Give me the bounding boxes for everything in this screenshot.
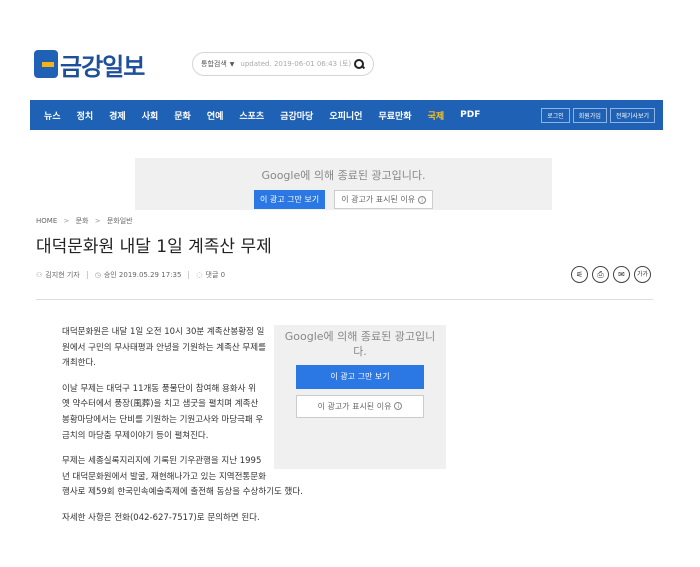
article-tools: ⚟ ⎙ ✉ 가가 xyxy=(571,266,651,283)
breadcrumb-separator: > xyxy=(94,217,101,225)
inline-ad: Google에 의해 종료된 광고입니다. 이 광고 그만 보기 이 광고가 표… xyxy=(274,325,446,469)
share-icon[interactable]: ⚟ xyxy=(571,266,588,283)
article-meta: ⚇ 김지현 기자 ◷ 승인 2019.05.29 17:35 ◌ 댓글 0 xyxy=(36,270,225,280)
print-icon[interactable]: ⎙ xyxy=(592,266,609,283)
stop-ad-button[interactable]: 이 광고 그만 보기 xyxy=(253,190,326,209)
article-paragraph: 자세한 사항은 전화(042-627-7517)로 문의하면 된다. xyxy=(62,512,260,523)
header-divider xyxy=(36,299,653,300)
nav-item-society[interactable]: 사회 xyxy=(134,109,167,122)
meta-divider xyxy=(188,271,190,279)
nav-item-international[interactable]: 국제 xyxy=(420,109,453,122)
signup-button[interactable]: 회원가입 xyxy=(572,108,607,123)
meta-divider xyxy=(86,271,88,279)
user-icon: ⚇ xyxy=(36,271,43,279)
nav-item-forum[interactable]: 금강마당 xyxy=(272,109,321,122)
nav-item-free-comics[interactable]: 무료만화 xyxy=(370,109,419,122)
search-icon[interactable] xyxy=(353,58,365,70)
nav-item-culture[interactable]: 문화 xyxy=(166,109,199,122)
search-scope-select[interactable]: 통합검색 xyxy=(201,59,227,69)
article-author: 김지현 기자 xyxy=(45,271,80,279)
updated-timestamp: updated. 2019-06-01 06:43 (토) xyxy=(240,60,352,68)
top-ad-banner: Google에 의해 종료된 광고입니다. 이 광고 그만 보기 이 광고가 표… xyxy=(135,158,552,210)
clock-icon: ◷ xyxy=(94,271,101,279)
logo-text: 금강일보 xyxy=(60,52,145,81)
article-body: Google에 의해 종료된 광고입니다. 이 광고 그만 보기 이 광고가 표… xyxy=(62,325,446,537)
email-icon[interactable]: ✉ xyxy=(613,266,630,283)
ad-closed-message: Google에 의해 종료된 광고입니다. xyxy=(261,169,426,182)
site-logo[interactable]: 금강일보 xyxy=(34,48,145,81)
comment-icon: ◌ xyxy=(196,271,203,279)
info-icon: i xyxy=(394,402,403,411)
why-ad-label: 이 광고가 표시된 이유 xyxy=(341,195,416,204)
logo-mark-icon xyxy=(34,50,58,78)
stop-ad-button[interactable]: 이 광고 그만 보기 xyxy=(296,365,424,389)
nav-item-opinion[interactable]: 오피니언 xyxy=(321,109,370,122)
breadcrumb: HOME > 문화 > 문화일반 xyxy=(36,216,133,226)
article-title: 대덕문화원 내달 1일 계족산 무제 xyxy=(36,237,272,257)
font-size-icon[interactable]: 가가 xyxy=(634,266,651,283)
why-ad-button[interactable]: 이 광고가 표시된 이유 i xyxy=(334,190,434,209)
breadcrumb-section[interactable]: 문화 xyxy=(76,217,89,225)
nav-item-news[interactable]: 뉴스 xyxy=(36,109,69,122)
article-comment-count[interactable]: 댓글 0 xyxy=(206,270,226,280)
article-approved-time: 승인 2019.05.29 17:35 xyxy=(103,271,182,279)
info-icon: i xyxy=(418,195,427,204)
search-bar[interactable]: 통합검색 ▼ updated. 2019-06-01 06:43 (토) xyxy=(192,52,374,76)
breadcrumb-separator: > xyxy=(63,217,70,225)
chevron-down-icon[interactable]: ▼ xyxy=(230,61,235,68)
nav-item-pdf[interactable]: PDF xyxy=(452,110,488,120)
nav-item-politics[interactable]: 정치 xyxy=(69,109,102,122)
nav-item-economy[interactable]: 경제 xyxy=(101,109,134,122)
main-nav: 뉴스 정치 경제 사회 문화 연예 스포츠 금강마당 오피니언 무료만화 국제 … xyxy=(30,100,663,130)
why-ad-button[interactable]: 이 광고가 표시된 이유 i xyxy=(296,394,424,419)
nav-item-entertainment[interactable]: 연예 xyxy=(199,109,232,122)
all-articles-button[interactable]: 전체기사보기 xyxy=(609,108,655,123)
nav-account-buttons: 로그인 회원가입 전체기사보기 xyxy=(541,108,655,123)
nav-item-sports[interactable]: 스포츠 xyxy=(231,109,272,122)
breadcrumb-home[interactable]: HOME xyxy=(36,217,57,225)
breadcrumb-subsection[interactable]: 문화일반 xyxy=(107,217,133,225)
login-button[interactable]: 로그인 xyxy=(541,108,570,123)
ad-closed-message: Google에 의해 종료된 광고입니다. xyxy=(284,330,436,358)
why-ad-label: 이 광고가 표시된 이유 xyxy=(317,401,392,411)
